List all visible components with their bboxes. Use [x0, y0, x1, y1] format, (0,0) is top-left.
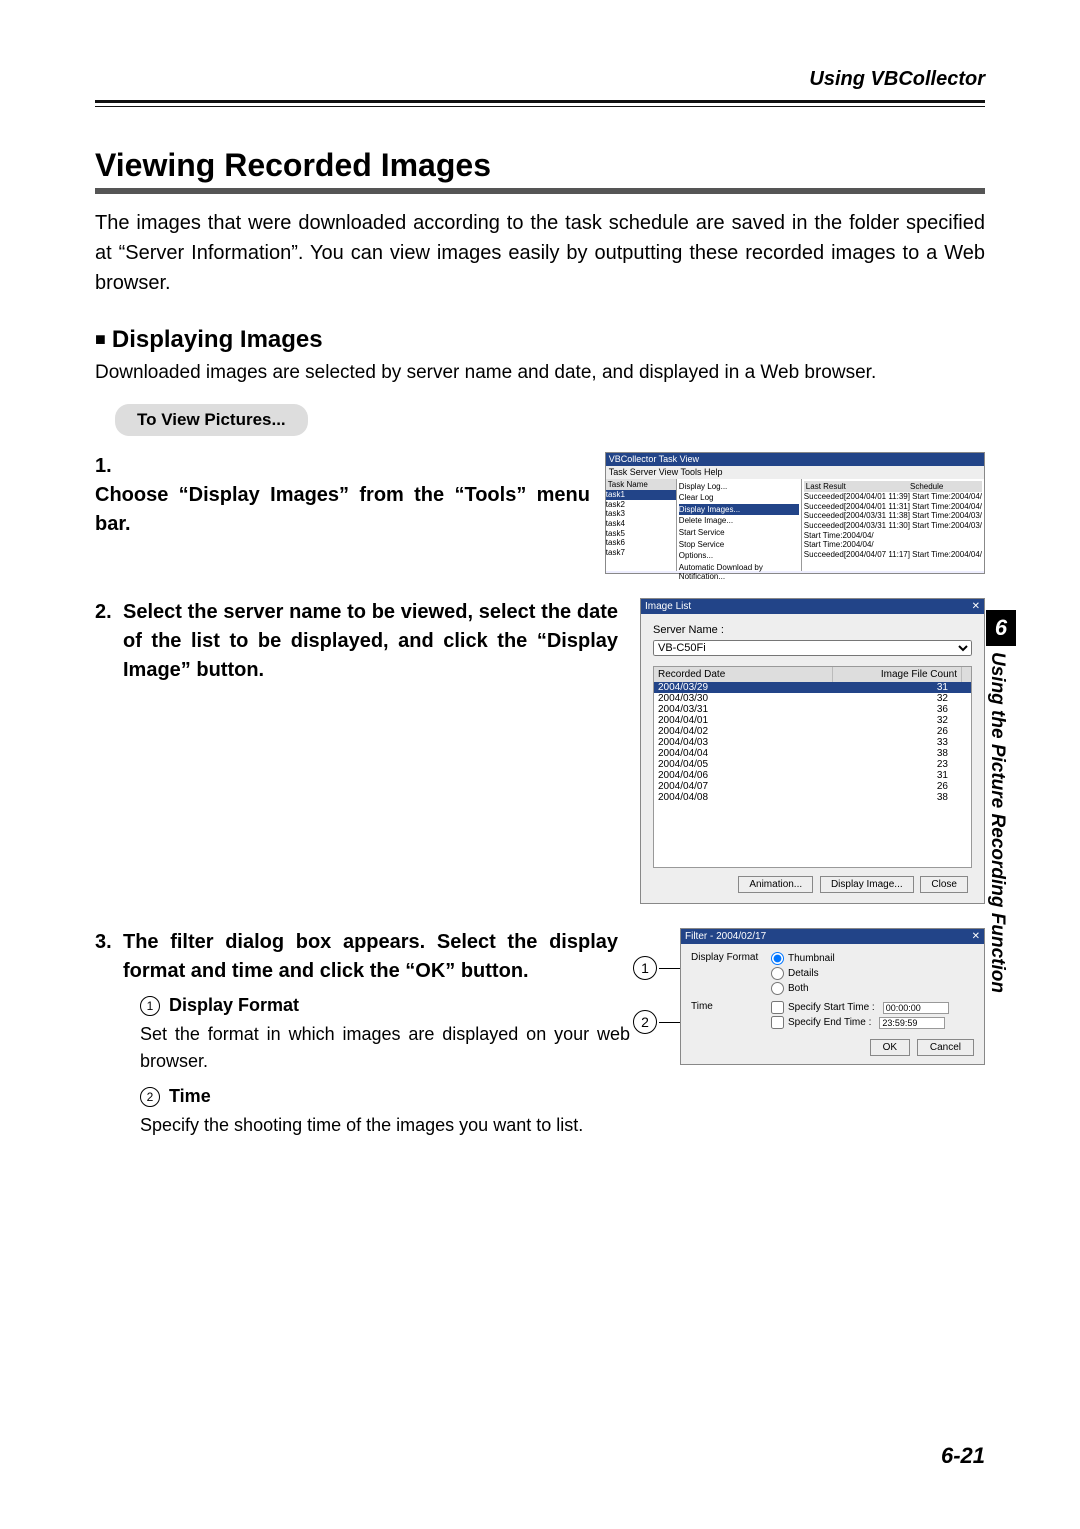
list-row[interactable]: 2004/04/0523 — [654, 759, 971, 770]
menu-item[interactable]: Automatic Download by Notification... — [679, 562, 799, 583]
time-label: Time — [691, 1001, 771, 1012]
result-row: Succeeded[2004/04/01 11:31] Start Time:2… — [804, 502, 982, 512]
step-number: 1. — [95, 452, 123, 481]
col-header-taskname: Task Name — [606, 479, 676, 491]
list-row[interactable]: 2004/04/0226 — [654, 726, 971, 737]
callout-marker-2: 2 — [633, 1010, 657, 1034]
close-icon[interactable]: ✕ — [972, 931, 980, 942]
task-row[interactable]: task1 — [606, 490, 676, 500]
task-row[interactable]: task4 — [606, 519, 676, 529]
page-number: 6-21 — [941, 1443, 985, 1469]
menu-item[interactable]: Delete Image... — [679, 515, 799, 527]
page-title: Viewing Recorded Images — [95, 147, 985, 184]
window-menubar[interactable]: Task Server View Tools Help — [606, 466, 984, 479]
col-header-lastresult: Last Result — [804, 481, 908, 493]
result-row: Succeeded[2004/04/07 11:17] Start Time:2… — [804, 550, 982, 560]
task-row[interactable]: task6 — [606, 538, 676, 548]
result-row: Start Time:2004/04/ — [804, 540, 982, 550]
step-text: Choose “Display Images” from the “Tools”… — [95, 481, 590, 539]
step-text: The filter dialog box appears. Select th… — [123, 928, 618, 986]
result-row: Start Time:2004/04/ — [804, 531, 982, 541]
check-start-time[interactable]: Specify Start Time :00:00:00 — [771, 1001, 974, 1014]
chapter-number: 6 — [986, 610, 1016, 646]
step-text: Select the server name to be viewed, sel… — [123, 598, 618, 685]
task-row[interactable]: task3 — [606, 509, 676, 519]
task-row[interactable]: task7 — [606, 548, 676, 558]
col-header-date: Recorded Date — [654, 667, 833, 682]
close-icon[interactable]: ✕ — [972, 601, 980, 612]
step-3: 3.The filter dialog box appears. Select … — [95, 928, 985, 1139]
section-body: Downloaded images are selected by server… — [95, 362, 985, 384]
task-row[interactable]: task5 — [606, 529, 676, 539]
end-time-field[interactable]: 23:59:59 — [879, 1017, 945, 1029]
header-rule — [95, 100, 985, 103]
chapter-title: Using the Picture Recording Function — [986, 652, 1008, 1112]
list-row[interactable]: 2004/03/3032 — [654, 693, 971, 704]
dialog-title: Image List — [645, 601, 691, 612]
callout-2-icon: 2 — [140, 1087, 160, 1107]
title-underline — [95, 188, 985, 194]
list-row[interactable]: 2004/03/2931 — [654, 682, 971, 693]
radio-details[interactable]: Details — [771, 967, 974, 980]
list-row[interactable]: 2004/04/0333 — [654, 737, 971, 748]
close-button[interactable]: Close — [920, 876, 968, 893]
sub-display-format: 1 Display Format Set the format in which… — [140, 992, 630, 1075]
tools-menu-popup: Display Log...Clear LogDisplay Images...… — [677, 479, 802, 571]
chapter-tab: 6 Using the Picture Recording Function — [986, 610, 1016, 1112]
imagelist-dialog: Image List ✕ Server Name : VB-C50Fi Recor… — [640, 598, 985, 904]
result-row: Succeeded[2004/03/31 11:38] Start Time:2… — [804, 511, 982, 521]
header-rule-thin — [95, 106, 985, 107]
list-row[interactable]: 2004/04/0438 — [654, 748, 971, 759]
check-end-time[interactable]: Specify End Time :23:59:59 — [771, 1016, 974, 1029]
list-row[interactable]: 2004/04/0726 — [654, 781, 971, 792]
col-header-count: Image File Count — [833, 667, 962, 682]
list-row[interactable]: 2004/04/0132 — [654, 715, 971, 726]
display-image-button[interactable]: Display Image... — [820, 876, 914, 893]
result-row: Succeeded[2004/04/01 11:39] Start Time:2… — [804, 492, 982, 502]
section-heading: ■Displaying Images — [95, 326, 985, 354]
menu-item[interactable]: Display Log... — [679, 481, 799, 493]
menu-item[interactable]: Start Service — [679, 527, 799, 539]
menu-item[interactable]: Options... — [679, 550, 799, 562]
menu-item[interactable]: Clear Log — [679, 492, 799, 504]
list-row[interactable]: 2004/04/0838 — [654, 792, 971, 803]
col-header-schedule: Schedule — [908, 481, 982, 493]
animation-button[interactable]: Animation... — [738, 876, 813, 893]
display-format-label: Display Format — [691, 952, 771, 963]
sub-time: 2 Time Specify the shooting time of the … — [140, 1083, 630, 1139]
callout-1-icon: 1 — [140, 996, 160, 1016]
header-right: Using VBCollector — [809, 68, 985, 91]
step-number: 2. — [95, 598, 123, 627]
dialog-title: Filter - 2004/02/17 — [685, 931, 766, 942]
start-time-field[interactable]: 00:00:00 — [883, 1002, 949, 1014]
server-name-select[interactable]: VB-C50Fi — [653, 640, 972, 656]
filter-dialog: Filter - 2004/02/17 ✕ Display Format Thum… — [680, 928, 985, 1065]
task-row[interactable]: task2 — [606, 500, 676, 510]
step-1: 1.Choose “Display Images” from the “Tool… — [95, 452, 985, 574]
step-2: 2.Select the server name to be viewed, s… — [95, 598, 985, 904]
result-row: Succeeded[2004/03/31 11:30] Start Time:2… — [804, 521, 982, 531]
ok-button[interactable]: OK — [870, 1039, 910, 1056]
server-name-label: Server Name : — [653, 624, 972, 636]
list-row[interactable]: 2004/03/3136 — [654, 704, 971, 715]
menu-item[interactable]: Display Images... — [679, 504, 799, 516]
callout-marker-1: 1 — [633, 956, 657, 980]
radio-thumbnail[interactable]: Thumbnail — [771, 952, 974, 965]
radio-both[interactable]: Both — [771, 982, 974, 995]
step-number: 3. — [95, 928, 123, 957]
window-titlebar: VBCollector Task View — [606, 453, 984, 466]
taskview-window: VBCollector Task View Task Server View T… — [605, 452, 985, 574]
intro-paragraph: The images that were downloaded accordin… — [95, 208, 985, 298]
menu-item[interactable]: Stop Service — [679, 539, 799, 551]
procedure-label: To View Pictures... — [115, 404, 308, 436]
cancel-button[interactable]: Cancel — [917, 1039, 974, 1056]
list-row[interactable]: 2004/04/0631 — [654, 770, 971, 781]
